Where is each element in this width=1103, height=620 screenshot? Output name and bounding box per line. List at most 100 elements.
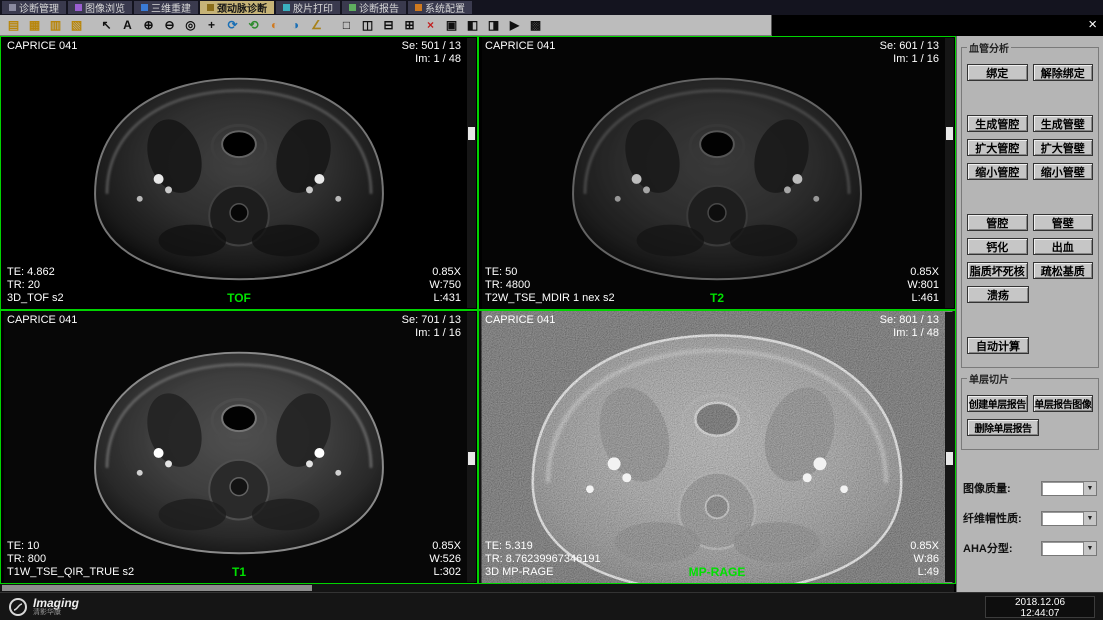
scroll-thumb[interactable] [946,127,953,140]
reset-icon[interactable]: ⟲ [243,16,264,35]
create-slice-report-button[interactable]: 创建单层报告 [967,395,1028,412]
chevron-down-icon: ▼ [1083,542,1096,555]
menu-item-system-config[interactable]: 系统配置 [408,1,472,14]
ulcer-button[interactable]: 溃疡 [967,286,1029,303]
mri-image-tof [1,37,477,309]
hemorrhage-button[interactable]: 出血 [1033,238,1094,255]
viewport-t2[interactable]: CAPRICE 041 Se: 601 / 13 Im: 1 / 16 TE: … [478,36,956,310]
rotate-icon[interactable]: ⟳ [222,16,243,35]
menu-item-film-print[interactable]: 胶片打印 [276,1,340,14]
delete-slice-report-button[interactable]: 删除单层报告 [967,419,1039,436]
menu-item-icon [75,4,82,11]
expand-wall-button[interactable]: 扩大管壁 [1033,139,1094,156]
menu-item-image-browse[interactable]: 图像浏览 [68,1,132,14]
menu-item-label: 三维重建 [151,0,191,15]
series-number: Se: 701 / 13 [402,314,461,327]
auto-calculate-button[interactable]: 自动计算 [967,337,1029,354]
shrink-lumen-button[interactable]: 缩小管腔 [967,163,1028,180]
import-image-icon[interactable]: ▥ [45,16,66,35]
zoom-out-icon[interactable]: ⊖ [159,16,180,35]
sequence-label: TOF [227,291,251,305]
create-lumen-button[interactable]: 生成管腔 [967,115,1028,132]
split-right-icon[interactable]: ◨ [483,16,504,35]
invert-icon[interactable]: ◑ [285,16,306,35]
measure-angle-icon[interactable]: ∠ [306,16,327,35]
split-left-icon[interactable]: ◧ [462,16,483,35]
layout-1x1-icon[interactable]: □ [336,16,357,35]
fibrous-cap-select[interactable]: ▼ [1041,511,1097,526]
wall-button[interactable]: 管壁 [1033,214,1094,231]
menu-item-carotid-diagnosis[interactable]: 颈动脉诊断 [200,1,274,14]
series-number: Se: 501 / 13 [402,40,461,53]
lumen-button[interactable]: 管腔 [967,214,1028,231]
pointer-icon[interactable]: ↖ [96,16,117,35]
zoom-in-icon[interactable]: ⊕ [138,16,159,35]
menu-item-label: 胶片打印 [293,0,333,15]
menu-item-icon [349,4,356,11]
image-quality-select[interactable]: ▼ [1041,481,1097,496]
horizontal-scrollbar[interactable] [0,584,954,592]
vertical-scrollbar[interactable] [467,38,476,308]
te-value: TE: 10 [7,540,134,553]
magnifier-icon[interactable]: ◎ [180,16,201,35]
status-bar: Imaging 清影华康 2018.12.06 12:44:07 [0,592,1103,620]
cine-play-icon[interactable]: ▶ [504,16,525,35]
expand-lumen-button[interactable]: 扩大管腔 [967,139,1028,156]
vertical-scrollbar[interactable] [945,38,954,308]
viewport-grid: CAPRICE 041 Se: 501 / 13 Im: 1 / 48 TE: … [0,36,956,592]
vessel-analysis-group: 血管分析 绑定 解除绑定 生成管腔 生成管壁 扩大管腔 扩大管壁 缩小管腔 缩小… [961,40,1099,368]
patient-id: CAPRICE 041 [485,40,555,53]
annotate-icon[interactable]: A [117,16,138,35]
sequence-name: T1W_TSE_QIR_TRUE s2 [7,566,134,579]
brand-subtitle: 清影华康 [33,609,79,617]
aha-type-select[interactable]: ▼ [1041,541,1097,556]
layout-1x2-icon[interactable]: ◫ [357,16,378,35]
layout-2x1-icon[interactable]: ⊟ [378,16,399,35]
menu-bar: 诊断管理 图像浏览 三维重建 颈动脉诊断 胶片打印 [0,0,1103,15]
pan-icon[interactable]: + [201,16,222,35]
vertical-scrollbar[interactable] [945,312,954,582]
calcification-button[interactable]: 钙化 [967,238,1028,255]
tr-value: TR: 20 [7,279,64,292]
vertical-scrollbar[interactable] [467,312,476,582]
window-level-icon[interactable]: ◐ [264,16,285,35]
close-icon[interactable]: × [1088,17,1097,33]
menu-item-diagnosis-report[interactable]: 诊断报告 [342,1,406,14]
image-quality-label: 图像质量: [963,480,1011,496]
series-grid-icon[interactable]: ▩ [525,16,546,35]
scroll-thumb[interactable] [2,585,312,591]
tool-icon[interactable] [327,16,336,35]
loose-matrix-button[interactable]: 疏松基质 [1033,262,1094,279]
scroll-thumb[interactable] [468,127,475,140]
menu-item-icon [9,4,16,11]
scroll-thumb[interactable] [946,452,953,465]
create-wall-button[interactable]: 生成管壁 [1033,115,1094,132]
viewport-mprage[interactable]: CAPRICE 041 Se: 801 / 13 Im: 1 / 48 TE: … [478,310,956,584]
close-series-icon[interactable]: × [420,16,441,35]
open-study-icon[interactable]: ▤ [3,16,24,35]
fullscreen-icon[interactable]: ▣ [441,16,462,35]
bind-button[interactable]: 绑定 [967,64,1028,81]
sequence-label: T1 [232,565,246,579]
te-value: TE: 4.862 [7,266,64,279]
zoom-factor: 0.85X [907,266,939,279]
slice-report-image-button[interactable]: 单层报告图像 [1033,395,1094,412]
layout-2x2-icon[interactable]: ⊞ [399,16,420,35]
viewport-tof[interactable]: CAPRICE 041 Se: 501 / 13 Im: 1 / 48 TE: … [0,36,478,310]
shrink-wall-button[interactable]: 缩小管壁 [1033,163,1094,180]
save-icon[interactable]: ▦ [24,16,45,35]
export-image-icon[interactable]: ▧ [66,16,87,35]
patient-id: CAPRICE 041 [7,314,77,327]
zoom-factor: 0.85X [910,540,939,553]
scroll-thumb[interactable] [468,452,475,465]
menu-item-diagnosis-management[interactable]: 诊断管理 [2,1,66,14]
single-slice-title: 单层切片 [967,371,1011,386]
menu-item-icon [141,4,148,11]
sequence-label: T2 [710,291,724,305]
menu-item-label: 颈动脉诊断 [217,0,267,15]
tool-icon[interactable] [87,16,96,35]
lipid-necrotic-core-button[interactable]: 脂质坏死核 [967,262,1028,279]
unbind-button[interactable]: 解除绑定 [1033,64,1094,81]
menu-item-3d-reconstruction[interactable]: 三维重建 [134,1,198,14]
viewport-t1[interactable]: CAPRICE 041 Se: 701 / 13 Im: 1 / 16 TE: … [0,310,478,584]
